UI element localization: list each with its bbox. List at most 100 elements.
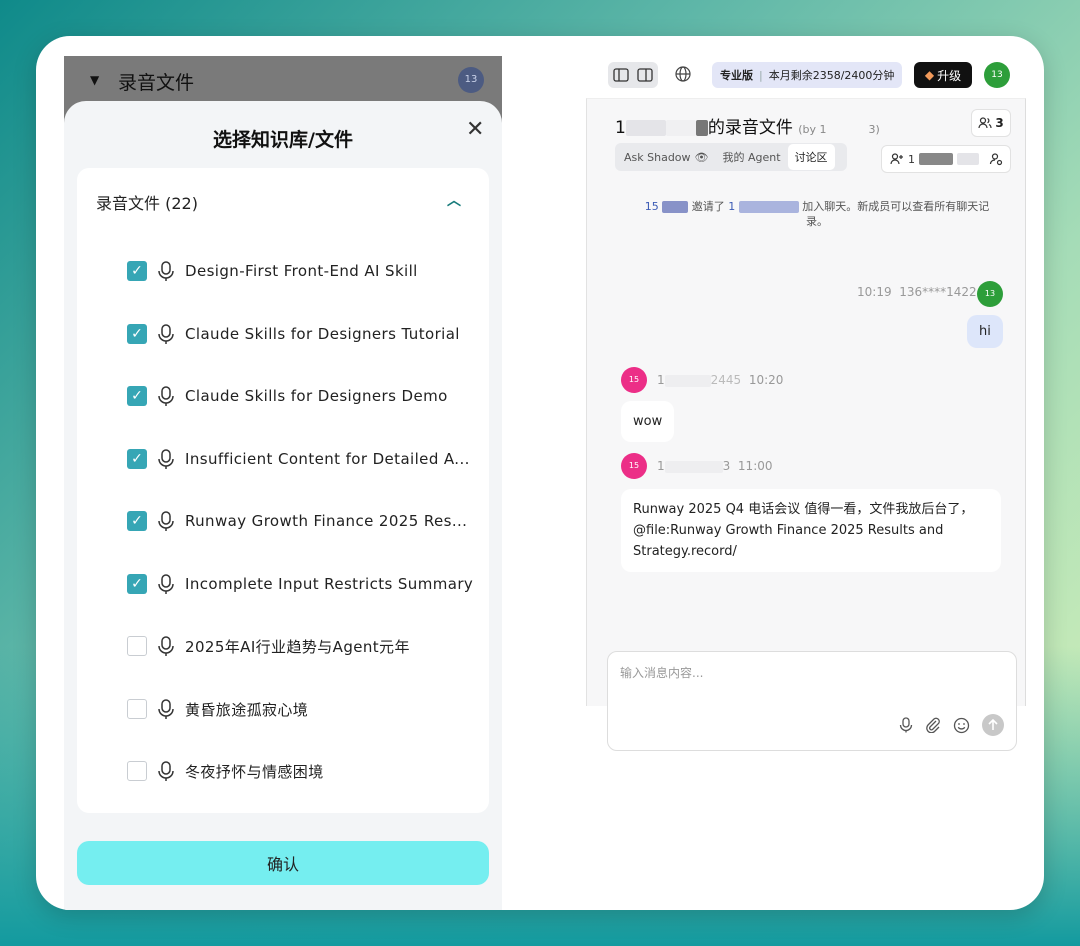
checkbox-checked[interactable]: ✓ bbox=[127, 261, 147, 281]
file-name: 冬夜抒怀与情感困境 bbox=[185, 762, 324, 781]
message-user-suffix: 2445 bbox=[710, 373, 742, 387]
list-item[interactable]: ✓ Runway Growth Finance 2025 Res... bbox=[127, 506, 477, 536]
message-user-suffix: 3 bbox=[722, 459, 731, 473]
file-name: Runway Growth Finance 2025 Res... bbox=[185, 512, 468, 530]
file-name: Incomplete Input Restricts Summary bbox=[185, 575, 474, 593]
add-user-icon bbox=[890, 153, 903, 165]
invitee-name: 1 bbox=[728, 200, 736, 213]
invite-member-button[interactable]: 1 bbox=[881, 145, 1011, 173]
tab-label: Ask Shadow bbox=[624, 150, 691, 164]
message-meta: 1 3 11:00 bbox=[657, 459, 773, 473]
arrow-up-icon bbox=[988, 719, 998, 730]
eye-icon: 👁 bbox=[694, 150, 709, 164]
diamond-icon: ◆ bbox=[924, 68, 935, 82]
send-button[interactable] bbox=[982, 714, 1004, 736]
list-item[interactable]: ✓ Claude Skills for Designers Tutorial bbox=[127, 319, 477, 349]
inviter-name: 15 bbox=[644, 200, 659, 213]
room-title-text: 的录音文件 bbox=[707, 118, 793, 138]
checkbox-checked[interactable]: ✓ bbox=[127, 511, 147, 531]
message-input[interactable]: 输入消息内容... bbox=[607, 651, 1017, 751]
checkbox-checked[interactable]: ✓ bbox=[127, 386, 147, 406]
room-owner-prefix: (by 1 bbox=[798, 123, 827, 136]
chat-area: 1 的录音文件 (by 1 3) 3 Ask Shadow 👁 我的 Agent 讨… bbox=[586, 98, 1026, 751]
redacted-block bbox=[738, 201, 799, 213]
redacted-block bbox=[919, 153, 953, 165]
upgrade-label: 升级 bbox=[937, 68, 962, 83]
recordings-header-title: 录音文件 bbox=[118, 72, 195, 94]
avatar: 13 bbox=[458, 67, 484, 93]
message-user: 1 bbox=[657, 459, 665, 473]
paperclip-icon[interactable] bbox=[925, 717, 941, 733]
mic-icon bbox=[158, 324, 174, 344]
globe-icon[interactable] bbox=[674, 65, 692, 83]
redacted-block bbox=[664, 460, 723, 473]
message-user: 1 bbox=[657, 373, 665, 387]
message-meta: 10:19 136****1422 bbox=[857, 285, 977, 299]
close-icon[interactable]: ✕ bbox=[466, 117, 484, 142]
list-item[interactable]: 冬夜抒怀与情感困境 bbox=[127, 756, 477, 786]
list-item[interactable]: ✓ Design-First Front-End AI Skill bbox=[127, 256, 477, 286]
room-owner-suffix: 3) bbox=[868, 123, 880, 136]
system-message-text: 加入聊天。新成员可以查看所有聊天记录。 bbox=[802, 200, 990, 228]
file-picker-panel: ▼ 录音文件 13 选择知识库/文件 ✕ 录音文件 (22) ︿ ✓ Desig… bbox=[64, 56, 502, 910]
checkbox-unchecked[interactable] bbox=[127, 699, 147, 719]
tab-ask-shadow[interactable]: Ask Shadow 👁 bbox=[617, 146, 716, 169]
select-knowledge-sheet: 选择知识库/文件 ✕ 录音文件 (22) ︿ ✓ Design-First Fr… bbox=[64, 101, 502, 910]
message-time: 10:20 bbox=[748, 373, 784, 387]
mic-icon bbox=[158, 761, 174, 781]
input-actions bbox=[899, 714, 1004, 736]
chat-panel: 专业版 | 本月剩余2358/2400分钟 ◆ 升级 13 1 的录音文件 (by… bbox=[586, 56, 1026, 751]
members-button[interactable]: 3 bbox=[971, 109, 1011, 137]
message-bubble-mine: hi bbox=[967, 315, 1003, 348]
avatar: 13 bbox=[977, 281, 1003, 307]
group-title: 录音文件 (22) bbox=[96, 194, 198, 213]
redacted-block bbox=[695, 120, 708, 136]
mic-icon[interactable] bbox=[899, 717, 913, 733]
sheet-title: 选择知识库/文件 bbox=[213, 129, 353, 151]
layout-toggle[interactable] bbox=[608, 62, 658, 88]
mic-icon bbox=[158, 511, 174, 531]
user-settings-icon bbox=[989, 153, 1003, 166]
confirm-button[interactable]: 确认 bbox=[77, 841, 489, 885]
message-input-placeholder: 输入消息内容... bbox=[620, 666, 704, 680]
checkbox-unchecked[interactable] bbox=[127, 636, 147, 656]
checkbox-unchecked[interactable] bbox=[127, 761, 147, 781]
system-message: 15 邀请了 1 加入聊天。新成员可以查看所有聊天记录。 bbox=[637, 199, 997, 229]
mic-icon bbox=[158, 636, 174, 656]
message-bubble: wow bbox=[621, 401, 675, 442]
list-item[interactable]: ✓ Claude Skills for Designers Demo bbox=[127, 381, 477, 411]
plan-quota-badge[interactable]: 专业版 | 本月剩余2358/2400分钟 bbox=[712, 62, 902, 88]
quota-text: 本月剩余2358/2400分钟 bbox=[768, 69, 895, 82]
plan-label: 专业版 bbox=[720, 69, 753, 82]
room-title-prefix: 1 bbox=[615, 118, 626, 138]
checkbox-checked[interactable]: ✓ bbox=[127, 449, 147, 469]
chevron-up-icon[interactable]: ︿ bbox=[447, 190, 461, 210]
message-time: 10:19 bbox=[857, 285, 892, 299]
top-toolbar: 专业版 | 本月剩余2358/2400分钟 ◆ 升级 13 bbox=[586, 56, 1026, 96]
list-item[interactable]: 2025年AI行业趋势与Agent元年 bbox=[127, 631, 477, 661]
caret-down-icon: ▼ bbox=[90, 73, 100, 87]
emoji-icon[interactable] bbox=[953, 717, 970, 734]
tab-my-agent[interactable]: 我的 Agent bbox=[716, 144, 788, 170]
redacted-block bbox=[625, 120, 666, 136]
invite-user-prefix: 1 bbox=[908, 152, 915, 166]
avatar: 15 bbox=[621, 367, 647, 393]
redacted-block bbox=[662, 201, 689, 213]
message-bubble: Runway 2025 Q4 电话会议 值得一看，文件我放后台了，@file:R… bbox=[621, 489, 1001, 572]
file-name: Insufficient Content for Detailed A... bbox=[185, 450, 470, 468]
list-item[interactable]: ✓ Insufficient Content for Detailed A... bbox=[127, 444, 477, 474]
message-user: 136****1422 bbox=[899, 285, 977, 299]
checkbox-checked[interactable]: ✓ bbox=[127, 574, 147, 594]
file-name: 黄昏旅途孤寂心境 bbox=[185, 700, 309, 719]
upgrade-button[interactable]: ◆ 升级 bbox=[914, 62, 972, 88]
file-name: Design-First Front-End AI Skill bbox=[185, 262, 418, 280]
list-item[interactable]: ✓ Incomplete Input Restricts Summary bbox=[127, 569, 477, 599]
checkbox-checked[interactable]: ✓ bbox=[127, 324, 147, 344]
file-name: Claude Skills for Designers Demo bbox=[185, 387, 448, 405]
mic-icon bbox=[158, 386, 174, 406]
file-name: Claude Skills for Designers Tutorial bbox=[185, 325, 460, 343]
list-item[interactable]: 黄昏旅途孤寂心境 bbox=[127, 694, 477, 724]
mic-icon bbox=[158, 699, 174, 719]
tab-discussion[interactable]: 讨论区 bbox=[787, 144, 835, 170]
user-avatar[interactable]: 13 bbox=[984, 62, 1010, 88]
